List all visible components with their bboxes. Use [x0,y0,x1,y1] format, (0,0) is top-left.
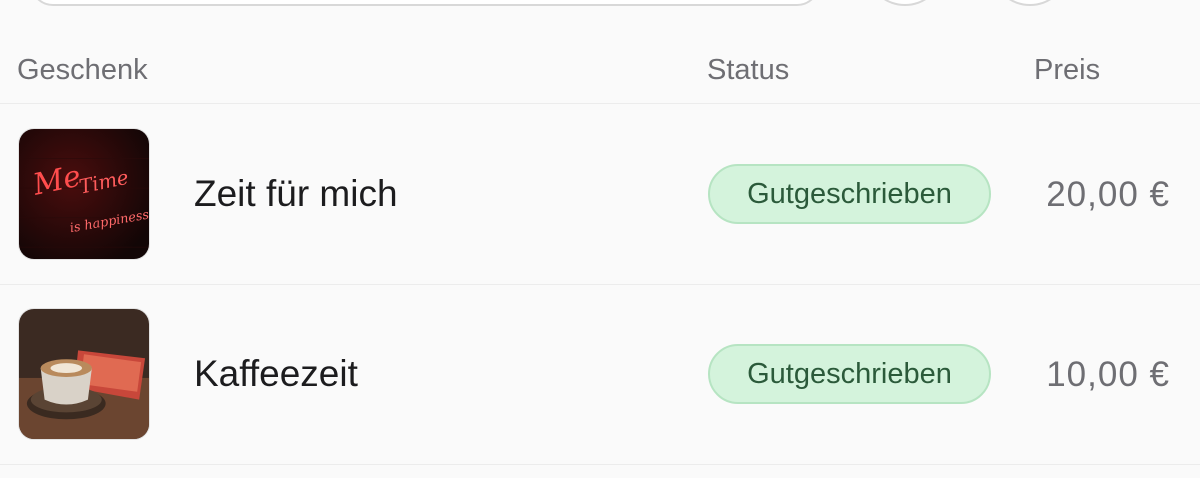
neon-sign-image: Me Time is happiness [18,128,150,260]
header-gift: Geschenk [17,54,148,86]
status-badge: Gutgeschrieben [708,344,991,404]
table-row[interactable]: Kaffeezeit Gutgeschrieben 10,00 € [0,285,1200,465]
gift-price: 20,00 € [1046,175,1170,214]
table-row[interactable]: Me Time is happiness Zeit für mich Gutge… [0,105,1200,285]
top-bar [0,0,1200,10]
gift-name: Zeit für mich [194,173,398,214]
status-badge: Gutgeschrieben [708,164,991,224]
gift-name: Kaffeezeit [194,353,358,394]
search-input[interactable] [30,0,820,6]
header-status: Status [707,54,790,86]
sort-button[interactable] [995,0,1065,6]
coffee-cup-image [18,308,150,440]
gift-price: 10,00 € [1046,355,1170,394]
table-header: Geschenk Status Preis [0,40,1200,104]
header-price: Preis [1034,54,1101,86]
filter-button[interactable] [870,0,940,6]
